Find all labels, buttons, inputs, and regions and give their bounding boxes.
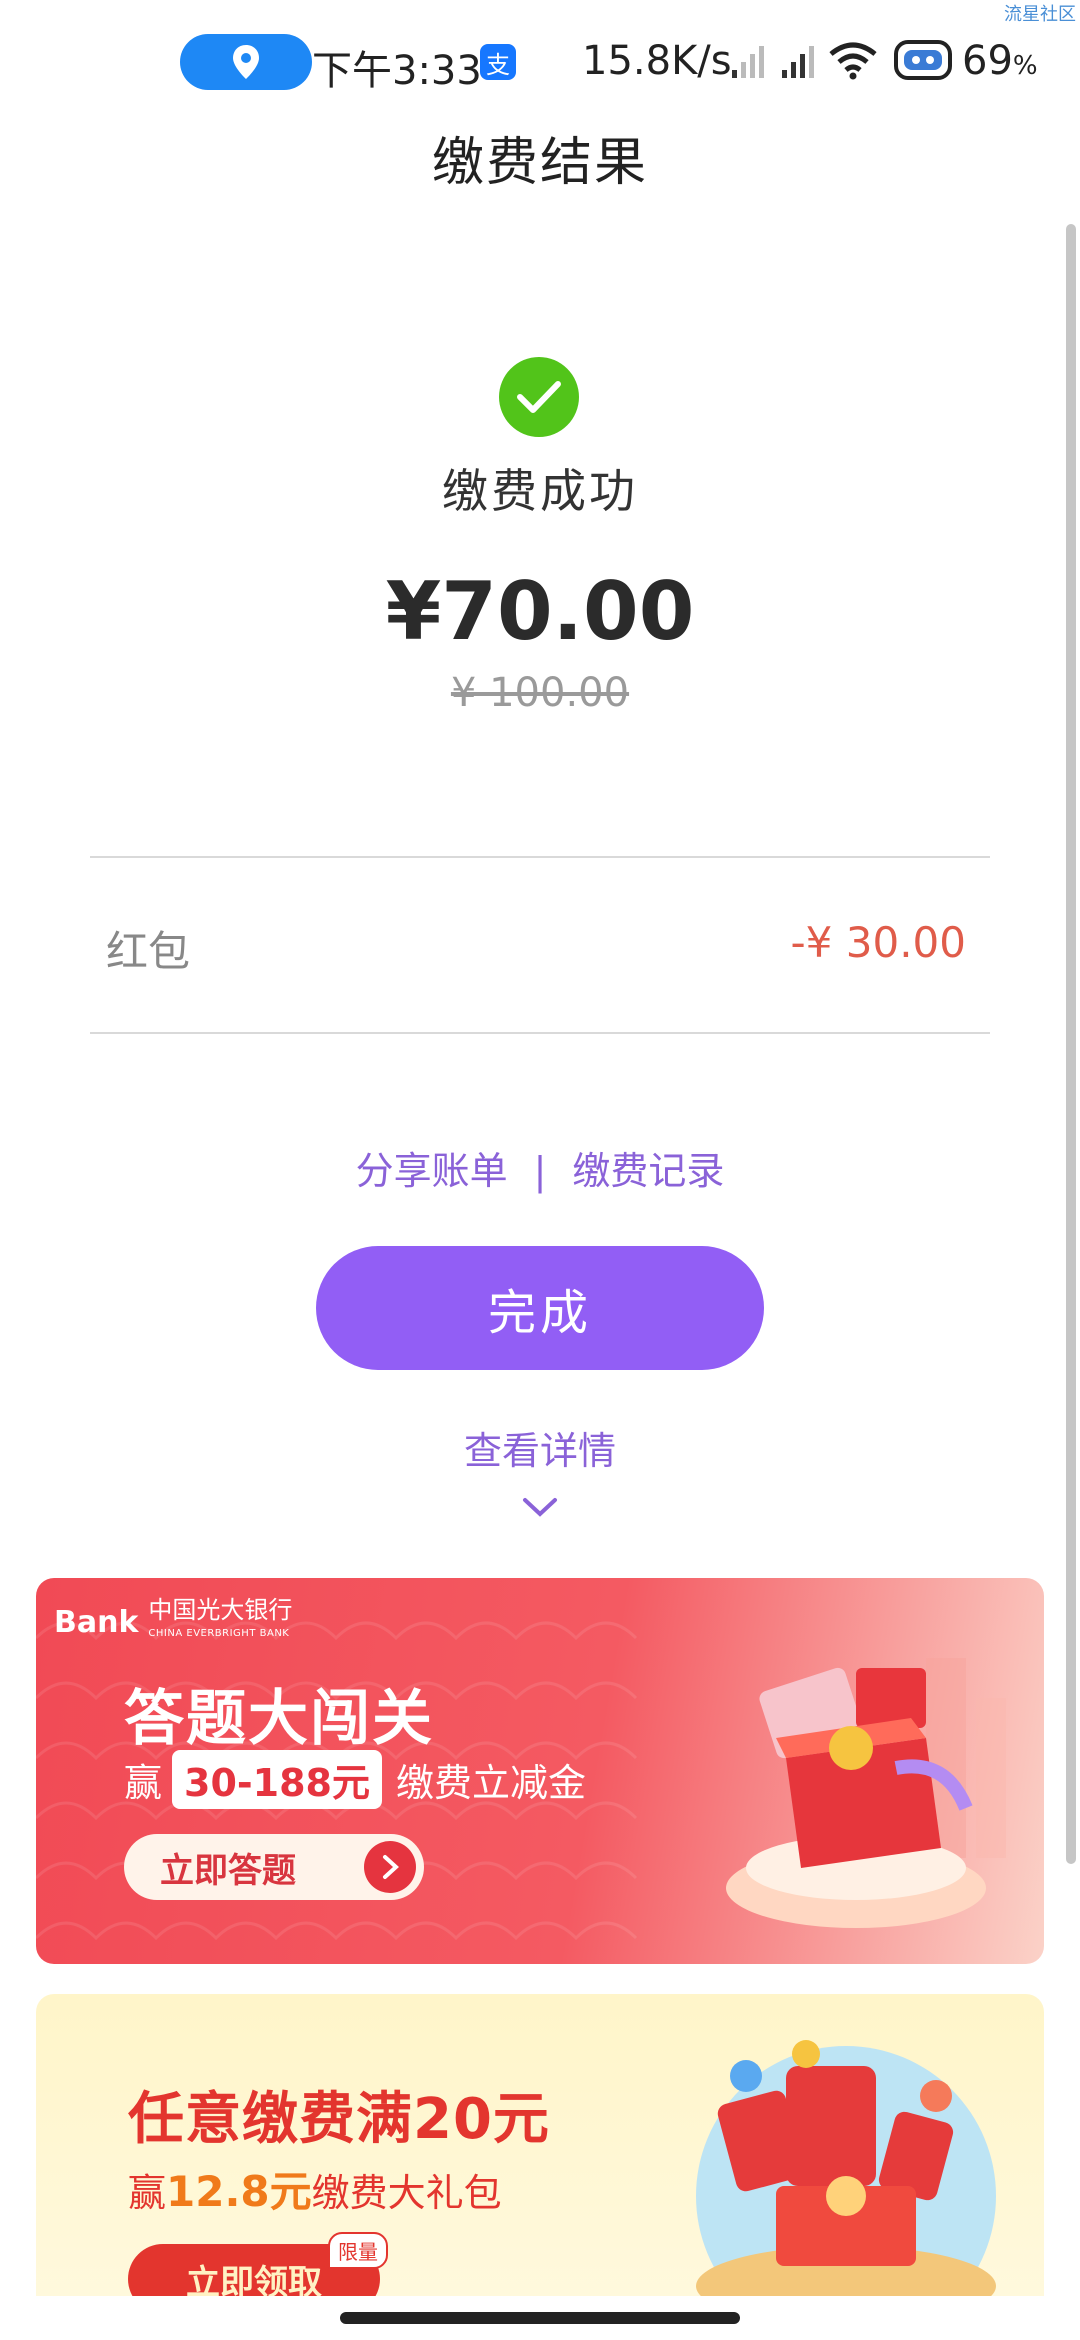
reward-range: 30-188元 [172, 1750, 382, 1809]
banner-title: 任意缴费满20元 [128, 2087, 550, 2152]
battery-level: 69% [962, 38, 1038, 84]
payment-status: 缴费成功 [442, 464, 638, 518]
bank-logo: Bank 中国光大银行 CHINA EVERBRIGHT BANK [54, 1598, 292, 1646]
page-title: 缴费结果 [431, 133, 648, 193]
bank-name-en: CHINA EVERBRIGHT BANK [148, 1628, 290, 1639]
share-bill-link[interactable]: 分享账单 [356, 1149, 508, 1193]
start-quiz-label: 立即答题 [160, 1850, 296, 1891]
limited-badge: 限量 [328, 2232, 388, 2269]
status-time: 下午3:33 [312, 48, 482, 94]
gift-pack-promo-banner[interactable]: 任意缴费满20元 赢12.8元缴费大礼包 立即领取 限量 [36, 1994, 1044, 2304]
payment-records-link[interactable]: 缴费记录 [572, 1149, 724, 1193]
divider [90, 1032, 990, 1034]
arrow-right-icon [364, 1841, 416, 1893]
subtitle-suffix: 缴费立减金 [396, 1761, 587, 1805]
banner-subtitle: 赢 30-188元 缴费立减金 [124, 1750, 586, 1809]
wifi-icon [829, 42, 877, 80]
red-packet-value: -¥ 30.00 [790, 918, 966, 967]
status-bar: 下午3:33 支 15.8K/s 69% 流星社区 [0, 0, 1080, 120]
chevron-down-icon[interactable] [522, 1496, 558, 1518]
action-links: 分享账单 | 缴费记录 [0, 1140, 1080, 1195]
network-speed: 15.8K/s [582, 38, 732, 84]
done-button[interactable]: 完成 [316, 1246, 764, 1370]
subtitle-prefix: 赢 [124, 1761, 163, 1805]
battery-unit: % [1012, 51, 1038, 81]
reward-amount: 12.8元 [166, 2167, 312, 2216]
bank-name-cn: 中国光大银行 [148, 1596, 293, 1624]
robot-icon [894, 40, 952, 80]
location-indicator[interactable] [180, 34, 312, 90]
red-packet-label: 红包 [106, 927, 191, 976]
bank-logo-mark: Bank [54, 1604, 139, 1640]
location-pin-icon [233, 45, 259, 79]
start-quiz-button[interactable]: 立即答题 [124, 1834, 424, 1900]
success-check-icon [499, 357, 579, 437]
signal-icon [782, 46, 814, 78]
paid-amount: ¥70.00 [385, 565, 695, 658]
watermark: 流星社区 [1004, 4, 1076, 25]
banner-title: 答题大闯关 [124, 1684, 434, 1754]
link-separator: | [533, 1149, 547, 1193]
alipay-icon: 支 [480, 44, 516, 80]
divider [90, 856, 990, 858]
red-envelope-illustration [696, 2040, 996, 2304]
quiz-promo-banner[interactable]: Bank 中国光大银行 CHINA EVERBRIGHT BANK 答题大闯关 … [36, 1578, 1044, 1964]
home-indicator[interactable] [340, 2312, 740, 2324]
original-amount: ¥ 100.00 [450, 670, 630, 716]
signal-icon [732, 46, 764, 78]
check-icon [517, 381, 561, 413]
gift-box-illustration [726, 1658, 1006, 1928]
battery-percent: 69 [962, 38, 1013, 84]
subtitle-suffix: 缴费大礼包 [311, 2171, 502, 2215]
subtitle-prefix: 赢 [128, 2171, 167, 2215]
bank-name: 中国光大银行 CHINA EVERBRIGHT BANK [148, 1598, 292, 1646]
banner-subtitle: 赢12.8元缴费大礼包 [128, 2158, 502, 2219]
view-details-link[interactable]: 查看详情 [0, 1420, 1080, 1475]
